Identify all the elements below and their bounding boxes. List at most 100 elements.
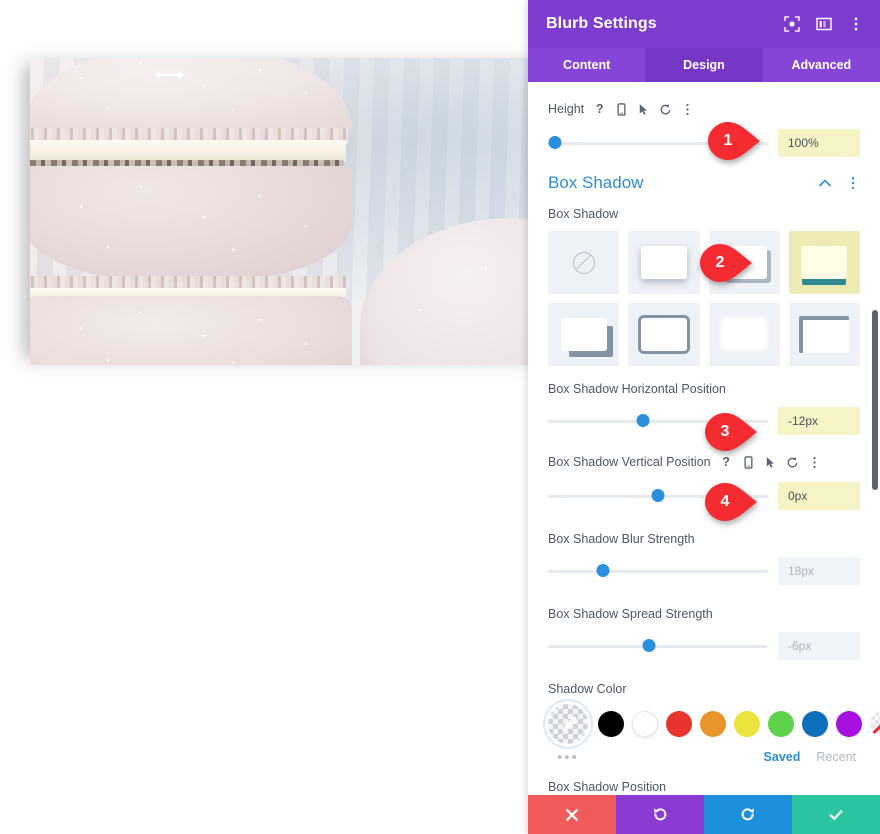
horizontal-resize-arrow-icon[interactable] — [152, 68, 186, 82]
reset-icon[interactable] — [659, 103, 672, 116]
eyedropper-icon — [561, 716, 576, 731]
blurb-settings-panel: Blurb Settings Content Design Advanced H… — [528, 0, 880, 834]
slider-knob[interactable] — [651, 489, 665, 502]
panel-scrollbar[interactable] — [872, 310, 878, 490]
slider-track — [548, 420, 768, 423]
slider-track — [548, 645, 768, 648]
height-label-row: Height ? — [548, 98, 860, 120]
preset-preview — [799, 316, 850, 353]
tab-content[interactable]: Content — [528, 48, 645, 82]
horizontal-position-slider[interactable] — [548, 414, 768, 428]
shadow-color-footer: ••• Saved Recent — [548, 746, 860, 765]
preset-soft-drop[interactable] — [628, 231, 700, 294]
preset-preview — [721, 246, 768, 279]
slider-knob[interactable] — [642, 639, 656, 652]
blur-strength-slider[interactable] — [548, 564, 768, 578]
spread-strength-slider[interactable] — [548, 639, 768, 653]
shadow-color-swatches — [548, 704, 880, 744]
slider-knob[interactable] — [636, 414, 650, 427]
check-icon — [829, 809, 843, 820]
chevron-up-icon[interactable] — [818, 176, 832, 190]
slider-knob[interactable] — [596, 564, 610, 577]
preset-preview — [801, 246, 848, 279]
spread-strength-slider-row: -6px — [548, 632, 860, 660]
spread-strength-label: Box Shadow Spread Strength — [548, 607, 713, 621]
close-icon — [566, 808, 578, 821]
box-shadow-section-title: Box Shadow — [548, 173, 644, 192]
redo-button[interactable] — [704, 795, 792, 834]
preset-preview — [560, 318, 607, 351]
swatch-blue[interactable] — [802, 711, 828, 737]
vertical-dots-icon[interactable] — [848, 16, 864, 32]
undo-icon — [654, 807, 667, 820]
blur-strength-input[interactable]: 18px — [778, 557, 860, 585]
blur-strength-slider-row: 18px — [548, 557, 860, 585]
height-value-input[interactable]: 100% — [778, 129, 860, 157]
cursor-icon[interactable] — [637, 103, 650, 116]
swatch-transparent[interactable] — [870, 711, 880, 737]
swatch-orange[interactable] — [700, 711, 726, 737]
field-vertical-position: Box Shadow Vertical Position ? 0px — [548, 451, 860, 510]
slider-track — [548, 142, 768, 145]
preset-top-left-corner[interactable] — [788, 303, 860, 366]
swatch-red[interactable] — [666, 711, 692, 737]
vertical-position-input[interactable]: 0px — [778, 482, 860, 510]
field-spread-strength: Box Shadow Spread Strength -6px — [548, 605, 860, 660]
panel-header: Blurb Settings — [528, 0, 880, 48]
swatch-white[interactable] — [632, 711, 658, 737]
undo-button[interactable] — [616, 795, 704, 834]
help-icon[interactable]: ? — [593, 102, 606, 116]
swatch-yellow[interactable] — [734, 711, 760, 737]
reset-icon[interactable] — [786, 456, 799, 469]
tab-advanced[interactable]: Advanced — [763, 48, 880, 82]
slider-knob[interactable] — [548, 136, 562, 149]
focus-target-icon[interactable] — [784, 16, 800, 32]
height-slider[interactable] — [548, 136, 768, 150]
preset-preview — [721, 318, 768, 351]
box-shadow-position-label: Box Shadow Position — [548, 780, 667, 794]
panel-body: Height ? 100% Box Shadow Box Shadow Box … — [528, 82, 880, 795]
save-button[interactable] — [792, 795, 880, 834]
vertical-dots-icon[interactable] — [681, 103, 694, 116]
slider-track — [548, 570, 768, 573]
shadow-color-label: Shadow Color — [548, 682, 627, 696]
horizontal-position-input[interactable]: -12px — [778, 407, 860, 435]
swatch-purple[interactable] — [836, 711, 862, 737]
field-height: Height ? 100% — [548, 98, 860, 157]
mobile-icon[interactable] — [742, 455, 755, 469]
preset-bottom-bar[interactable] — [788, 231, 860, 294]
panel-header-icons — [784, 16, 864, 32]
redo-icon — [741, 807, 754, 820]
saved-colors-tab[interactable]: Saved — [764, 750, 801, 764]
field-horizontal-position: Box Shadow Horizontal Position -12px — [548, 380, 860, 435]
mobile-icon[interactable] — [615, 102, 628, 116]
preset-preview — [637, 315, 690, 354]
blurb-image-module[interactable] — [30, 58, 528, 365]
eyedropper-swatch[interactable] — [548, 704, 588, 744]
more-colors-button[interactable]: ••• — [557, 750, 579, 765]
swatch-black[interactable] — [598, 711, 624, 737]
field-shadow-color: Shadow Color ••• Saved Recent — [548, 682, 880, 765]
panel-layout-icon[interactable] — [816, 16, 832, 32]
cursor-icon[interactable] — [764, 456, 777, 469]
horizontal-position-label: Box Shadow Horizontal Position — [548, 382, 726, 396]
cancel-button[interactable] — [528, 795, 616, 834]
help-icon[interactable]: ? — [720, 455, 733, 469]
horizontal-position-slider-row: -12px — [548, 407, 860, 435]
preset-offset-bottom-right[interactable] — [708, 231, 780, 294]
preset-outline[interactable] — [628, 303, 700, 366]
preset-blur-glow[interactable] — [708, 303, 780, 366]
no-shadow-icon — [572, 251, 595, 274]
vertical-position-label: Box Shadow Vertical Position — [548, 455, 711, 469]
height-slider-row: 100% — [548, 129, 860, 157]
vertical-position-label-row: Box Shadow Vertical Position ? — [548, 451, 860, 473]
spread-strength-input[interactable]: -6px — [778, 632, 860, 660]
vertical-dots-icon[interactable] — [846, 176, 860, 190]
vertical-position-slider[interactable] — [548, 489, 768, 503]
preset-hard-offset[interactable] — [548, 303, 620, 366]
preset-none[interactable] — [548, 231, 620, 294]
swatch-green[interactable] — [768, 711, 794, 737]
recent-colors-tab[interactable]: Recent — [816, 750, 856, 764]
vertical-dots-icon[interactable] — [808, 456, 821, 469]
tab-design[interactable]: Design — [645, 48, 763, 82]
